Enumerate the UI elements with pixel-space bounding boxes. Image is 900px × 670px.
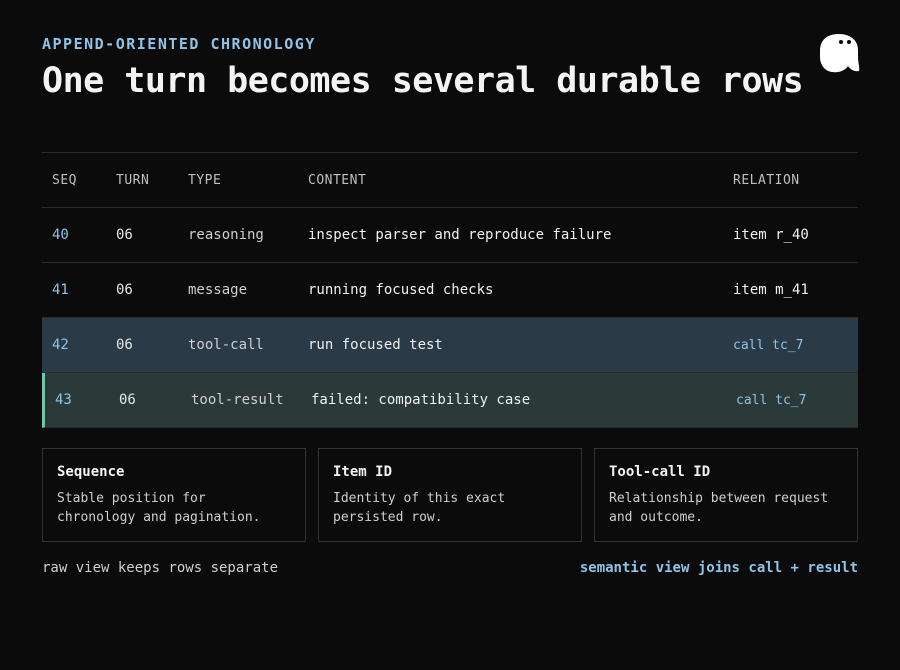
row-turn: 06 xyxy=(116,337,133,353)
row-relation: item r_40 xyxy=(733,227,809,243)
row-turn: 06 xyxy=(116,282,133,298)
row-content: run focused test xyxy=(308,337,443,353)
card-title: Sequence xyxy=(57,464,125,480)
eyebrow-label: APPEND-ORIENTED CHRONOLOGY xyxy=(42,35,316,53)
column-header-content: CONTENT xyxy=(308,173,367,188)
card-sequence: Sequence Stable position for chronology … xyxy=(42,448,306,542)
row-type: tool-result xyxy=(191,392,284,408)
table-row[interactable]: 40 06 reasoning inspect parser and repro… xyxy=(42,208,858,263)
card-tool-call-id: Tool-call ID Relationship between reques… xyxy=(594,448,858,542)
page-title: One turn becomes several durable rows xyxy=(42,61,804,101)
card-title: Item ID xyxy=(333,464,393,480)
table-row[interactable]: 41 06 message running focused checks ite… xyxy=(42,263,858,318)
card-title: Tool-call ID xyxy=(609,464,711,480)
card-description: Stable position for chronology and pagin… xyxy=(57,491,261,525)
row-seq: 43 xyxy=(55,392,72,408)
card-description: Relationship between request and outcome… xyxy=(609,491,829,525)
table-row-tool-result[interactable]: 43 06 tool-result failed: compatibility … xyxy=(42,373,858,428)
row-seq: 41 xyxy=(52,282,69,298)
column-header-type: TYPE xyxy=(188,173,222,188)
identifier-cards: Sequence Stable position for chronology … xyxy=(42,448,858,542)
ghost-mascot-icon xyxy=(820,34,860,73)
table-row-tool-call[interactable]: 42 06 tool-call run focused test call tc… xyxy=(42,318,858,373)
column-header-relation: RELATION xyxy=(733,173,800,188)
row-type: message xyxy=(188,282,248,298)
row-turn: 06 xyxy=(116,227,133,243)
table-header-row: SEQ TURN TYPE CONTENT RELATION xyxy=(42,153,858,208)
row-relation-link[interactable]: call tc_7 xyxy=(733,318,803,373)
raw-view-note: raw view keeps rows separate xyxy=(42,560,279,576)
row-turn: 06 xyxy=(119,392,136,408)
semantic-view-note: semantic view joins call + result xyxy=(579,560,858,576)
row-type: reasoning xyxy=(188,227,264,243)
row-type: tool-call xyxy=(188,337,264,353)
row-content: inspect parser and reproduce failure xyxy=(308,227,612,243)
row-relation-link[interactable]: call tc_7 xyxy=(736,373,806,428)
row-seq: 40 xyxy=(52,227,69,243)
row-seq: 42 xyxy=(52,337,69,353)
card-item-id: Item ID Identity of this exact persisted… xyxy=(318,448,582,542)
row-content: failed: compatibility case xyxy=(311,392,531,408)
column-header-seq: SEQ xyxy=(52,173,77,188)
column-header-turn: TURN xyxy=(116,173,150,188)
chronology-table: SEQ TURN TYPE CONTENT RELATION 40 06 rea… xyxy=(42,152,858,428)
card-description: Identity of this exact persisted row. xyxy=(333,491,506,525)
row-content: running focused checks xyxy=(308,282,494,298)
row-relation: item m_41 xyxy=(733,282,809,298)
